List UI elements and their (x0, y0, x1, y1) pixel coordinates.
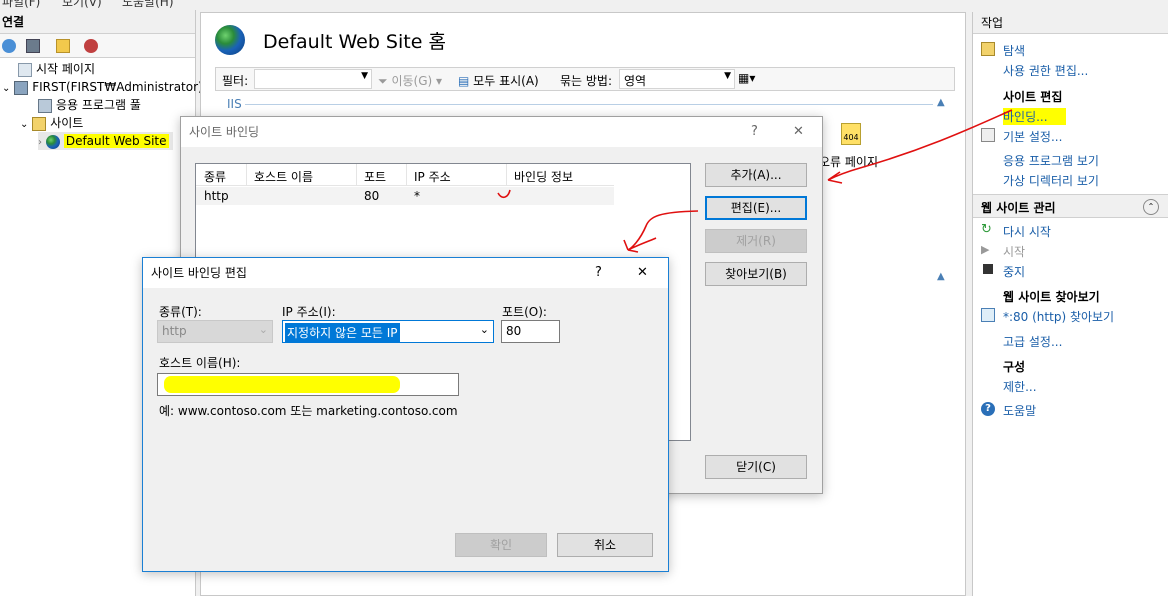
annotation-arrow (623, 210, 699, 253)
annotation-tick (497, 189, 511, 199)
annotation-arrow (827, 109, 1013, 184)
annotation-overlay (497, 109, 1013, 253)
